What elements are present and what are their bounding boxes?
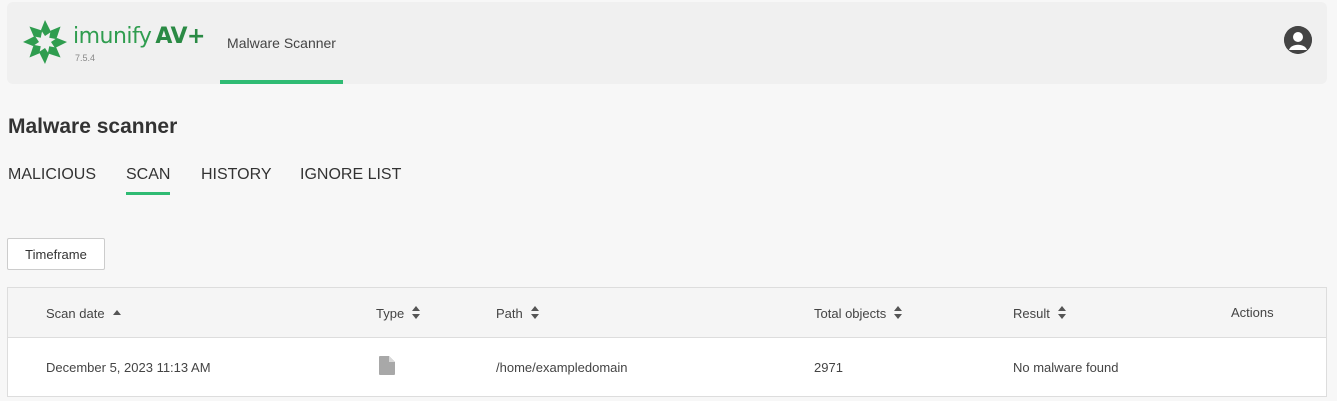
column-label: Scan date bbox=[46, 305, 105, 321]
page-title: Malware scanner bbox=[8, 115, 178, 138]
column-label: Path bbox=[496, 305, 523, 321]
timeframe-button[interactable]: Timeframe bbox=[7, 238, 105, 270]
active-tab-indicator bbox=[220, 80, 343, 84]
logo-text: imunify AV+ bbox=[73, 24, 205, 49]
column-header-type[interactable]: Type bbox=[376, 305, 421, 321]
nav-tab-malware-scanner[interactable]: Malware Scanner bbox=[220, 2, 343, 84]
column-header-actions: Actions bbox=[1231, 305, 1274, 320]
cell-scan-date: December 5, 2023 11:13 AM bbox=[46, 360, 211, 375]
logo-suffix: AV+ bbox=[155, 24, 205, 49]
scan-history-table: Scan date Type Path Total objects Result… bbox=[7, 287, 1327, 397]
user-icon bbox=[1284, 26, 1312, 54]
imunify-logo[interactable]: imunify AV+ 7.5.4 bbox=[21, 18, 211, 70]
column-label: Total objects bbox=[814, 305, 887, 321]
tab-ignore-list[interactable]: IGNORE LIST bbox=[300, 166, 401, 184]
tab-scan[interactable]: SCAN bbox=[126, 166, 171, 195]
sort-icon[interactable] bbox=[412, 305, 421, 321]
version-label: 7.5.4 bbox=[75, 53, 96, 63]
top-bar: imunify AV+ 7.5.4 Malware Scanner bbox=[7, 2, 1327, 84]
sort-asc-icon[interactable] bbox=[112, 305, 121, 321]
column-label: Result bbox=[1013, 305, 1050, 321]
table-header: Scan date Type Path Total objects Result… bbox=[8, 288, 1326, 338]
nav-tab-label: Malware Scanner bbox=[227, 35, 336, 51]
column-header-path[interactable]: Path bbox=[496, 305, 539, 321]
column-header-result[interactable]: Result bbox=[1013, 305, 1066, 321]
sort-icon[interactable] bbox=[1057, 305, 1066, 321]
cell-result: No malware found bbox=[1013, 360, 1119, 375]
column-label: Actions bbox=[1231, 305, 1274, 320]
cell-total-objects: 2971 bbox=[814, 360, 843, 375]
cell-path: /home/exampledomain bbox=[496, 360, 628, 375]
column-label: Type bbox=[376, 305, 405, 321]
sort-icon[interactable] bbox=[894, 305, 903, 321]
sort-icon[interactable] bbox=[530, 305, 539, 321]
imunify-logo-icon bbox=[23, 20, 67, 64]
file-icon bbox=[379, 356, 395, 375]
tab-history[interactable]: HISTORY bbox=[201, 166, 272, 184]
column-header-total-objects[interactable]: Total objects bbox=[814, 305, 903, 321]
table-row[interactable]: December 5, 2023 11:13 AM /home/exampled… bbox=[8, 339, 1326, 397]
user-avatar[interactable] bbox=[1284, 26, 1312, 54]
tab-malicious[interactable]: MALICIOUS bbox=[8, 166, 96, 184]
column-header-scan-date[interactable]: Scan date bbox=[46, 305, 121, 321]
logo-name: imunify bbox=[73, 24, 152, 49]
